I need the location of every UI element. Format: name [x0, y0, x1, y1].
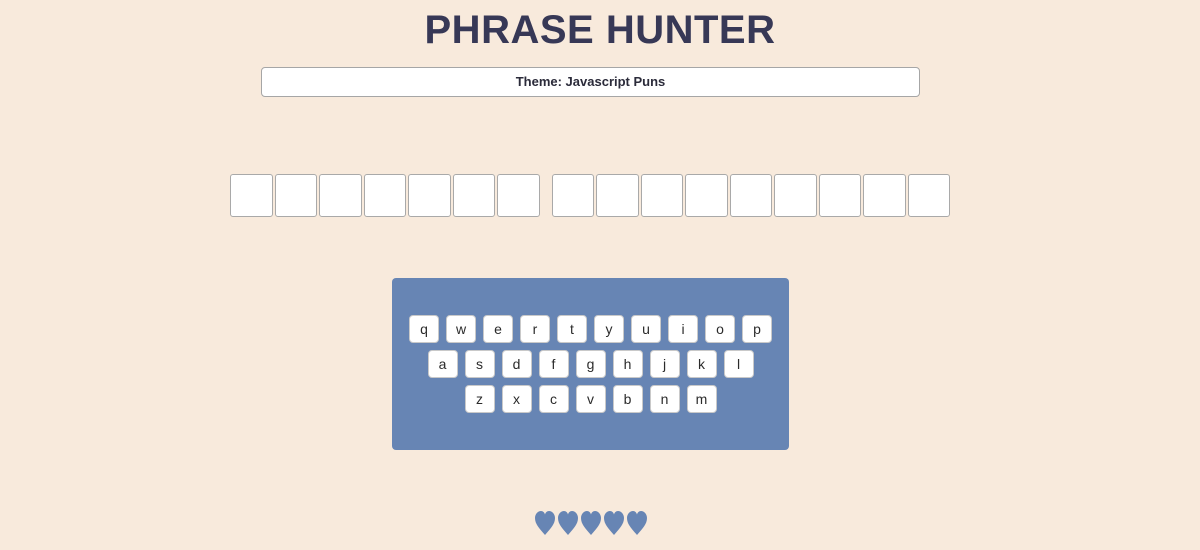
- key-c[interactable]: c: [538, 385, 569, 413]
- hidden-letter-box: [774, 174, 817, 217]
- key-i[interactable]: i: [668, 315, 698, 343]
- lives-display: [534, 510, 648, 536]
- heart-icon: [580, 510, 602, 536]
- page-title: PHRASE HUNTER: [424, 8, 776, 52]
- keyboard-row: zxcvbnm: [392, 385, 789, 413]
- hidden-letter-box: [363, 174, 406, 217]
- hidden-letter-box: [640, 174, 683, 217]
- hidden-letter-box: [596, 174, 639, 217]
- key-y[interactable]: y: [594, 315, 624, 343]
- key-l[interactable]: l: [723, 350, 754, 378]
- heart-icon: [603, 510, 625, 536]
- key-g[interactable]: g: [575, 350, 606, 378]
- key-e[interactable]: e: [483, 315, 513, 343]
- hidden-letter-box: [863, 174, 906, 217]
- theme-banner: Theme: Javascript Puns: [261, 67, 920, 97]
- key-w[interactable]: w: [446, 315, 476, 343]
- hidden-letter-box: [497, 174, 540, 217]
- phrase-hunter-page: PHRASE HUNTER Theme: Javascript Puns qwe…: [0, 0, 1200, 550]
- hidden-letter-box: [729, 174, 772, 217]
- key-f[interactable]: f: [538, 350, 569, 378]
- heart-icon: [626, 510, 648, 536]
- hidden-letter-box: [907, 174, 950, 217]
- key-m[interactable]: m: [686, 385, 717, 413]
- key-j[interactable]: j: [649, 350, 680, 378]
- key-h[interactable]: h: [612, 350, 643, 378]
- key-b[interactable]: b: [612, 385, 643, 413]
- hidden-letter-box: [319, 174, 362, 217]
- hidden-letter-box: [685, 174, 728, 217]
- key-a[interactable]: a: [427, 350, 458, 378]
- key-r[interactable]: r: [520, 315, 550, 343]
- phrase-board: [230, 174, 950, 217]
- keyboard-row: asdfghjkl: [392, 350, 789, 378]
- hidden-letter-box: [274, 174, 317, 217]
- hidden-letter-box: [818, 174, 861, 217]
- keyboard-row: qwertyuiop: [392, 315, 789, 343]
- key-n[interactable]: n: [649, 385, 680, 413]
- key-u[interactable]: u: [631, 315, 661, 343]
- key-s[interactable]: s: [464, 350, 495, 378]
- phrase-word: [551, 174, 950, 217]
- heart-icon: [557, 510, 579, 536]
- key-x[interactable]: x: [501, 385, 532, 413]
- key-v[interactable]: v: [575, 385, 606, 413]
- hidden-letter-box: [408, 174, 451, 217]
- heart-icon: [534, 510, 556, 536]
- key-p[interactable]: p: [742, 315, 772, 343]
- hidden-letter-box: [230, 174, 273, 217]
- theme-label: Theme: Javascript Puns: [515, 74, 666, 89]
- hidden-letter-box: [551, 174, 594, 217]
- hidden-letter-box: [452, 174, 495, 217]
- on-screen-keyboard: qwertyuiop asdfghjkl zxcvbnm: [392, 278, 789, 450]
- key-k[interactable]: k: [686, 350, 717, 378]
- key-d[interactable]: d: [501, 350, 532, 378]
- key-t[interactable]: t: [557, 315, 587, 343]
- key-q[interactable]: q: [409, 315, 439, 343]
- phrase-word: [230, 174, 540, 217]
- key-z[interactable]: z: [464, 385, 495, 413]
- key-o[interactable]: o: [705, 315, 735, 343]
